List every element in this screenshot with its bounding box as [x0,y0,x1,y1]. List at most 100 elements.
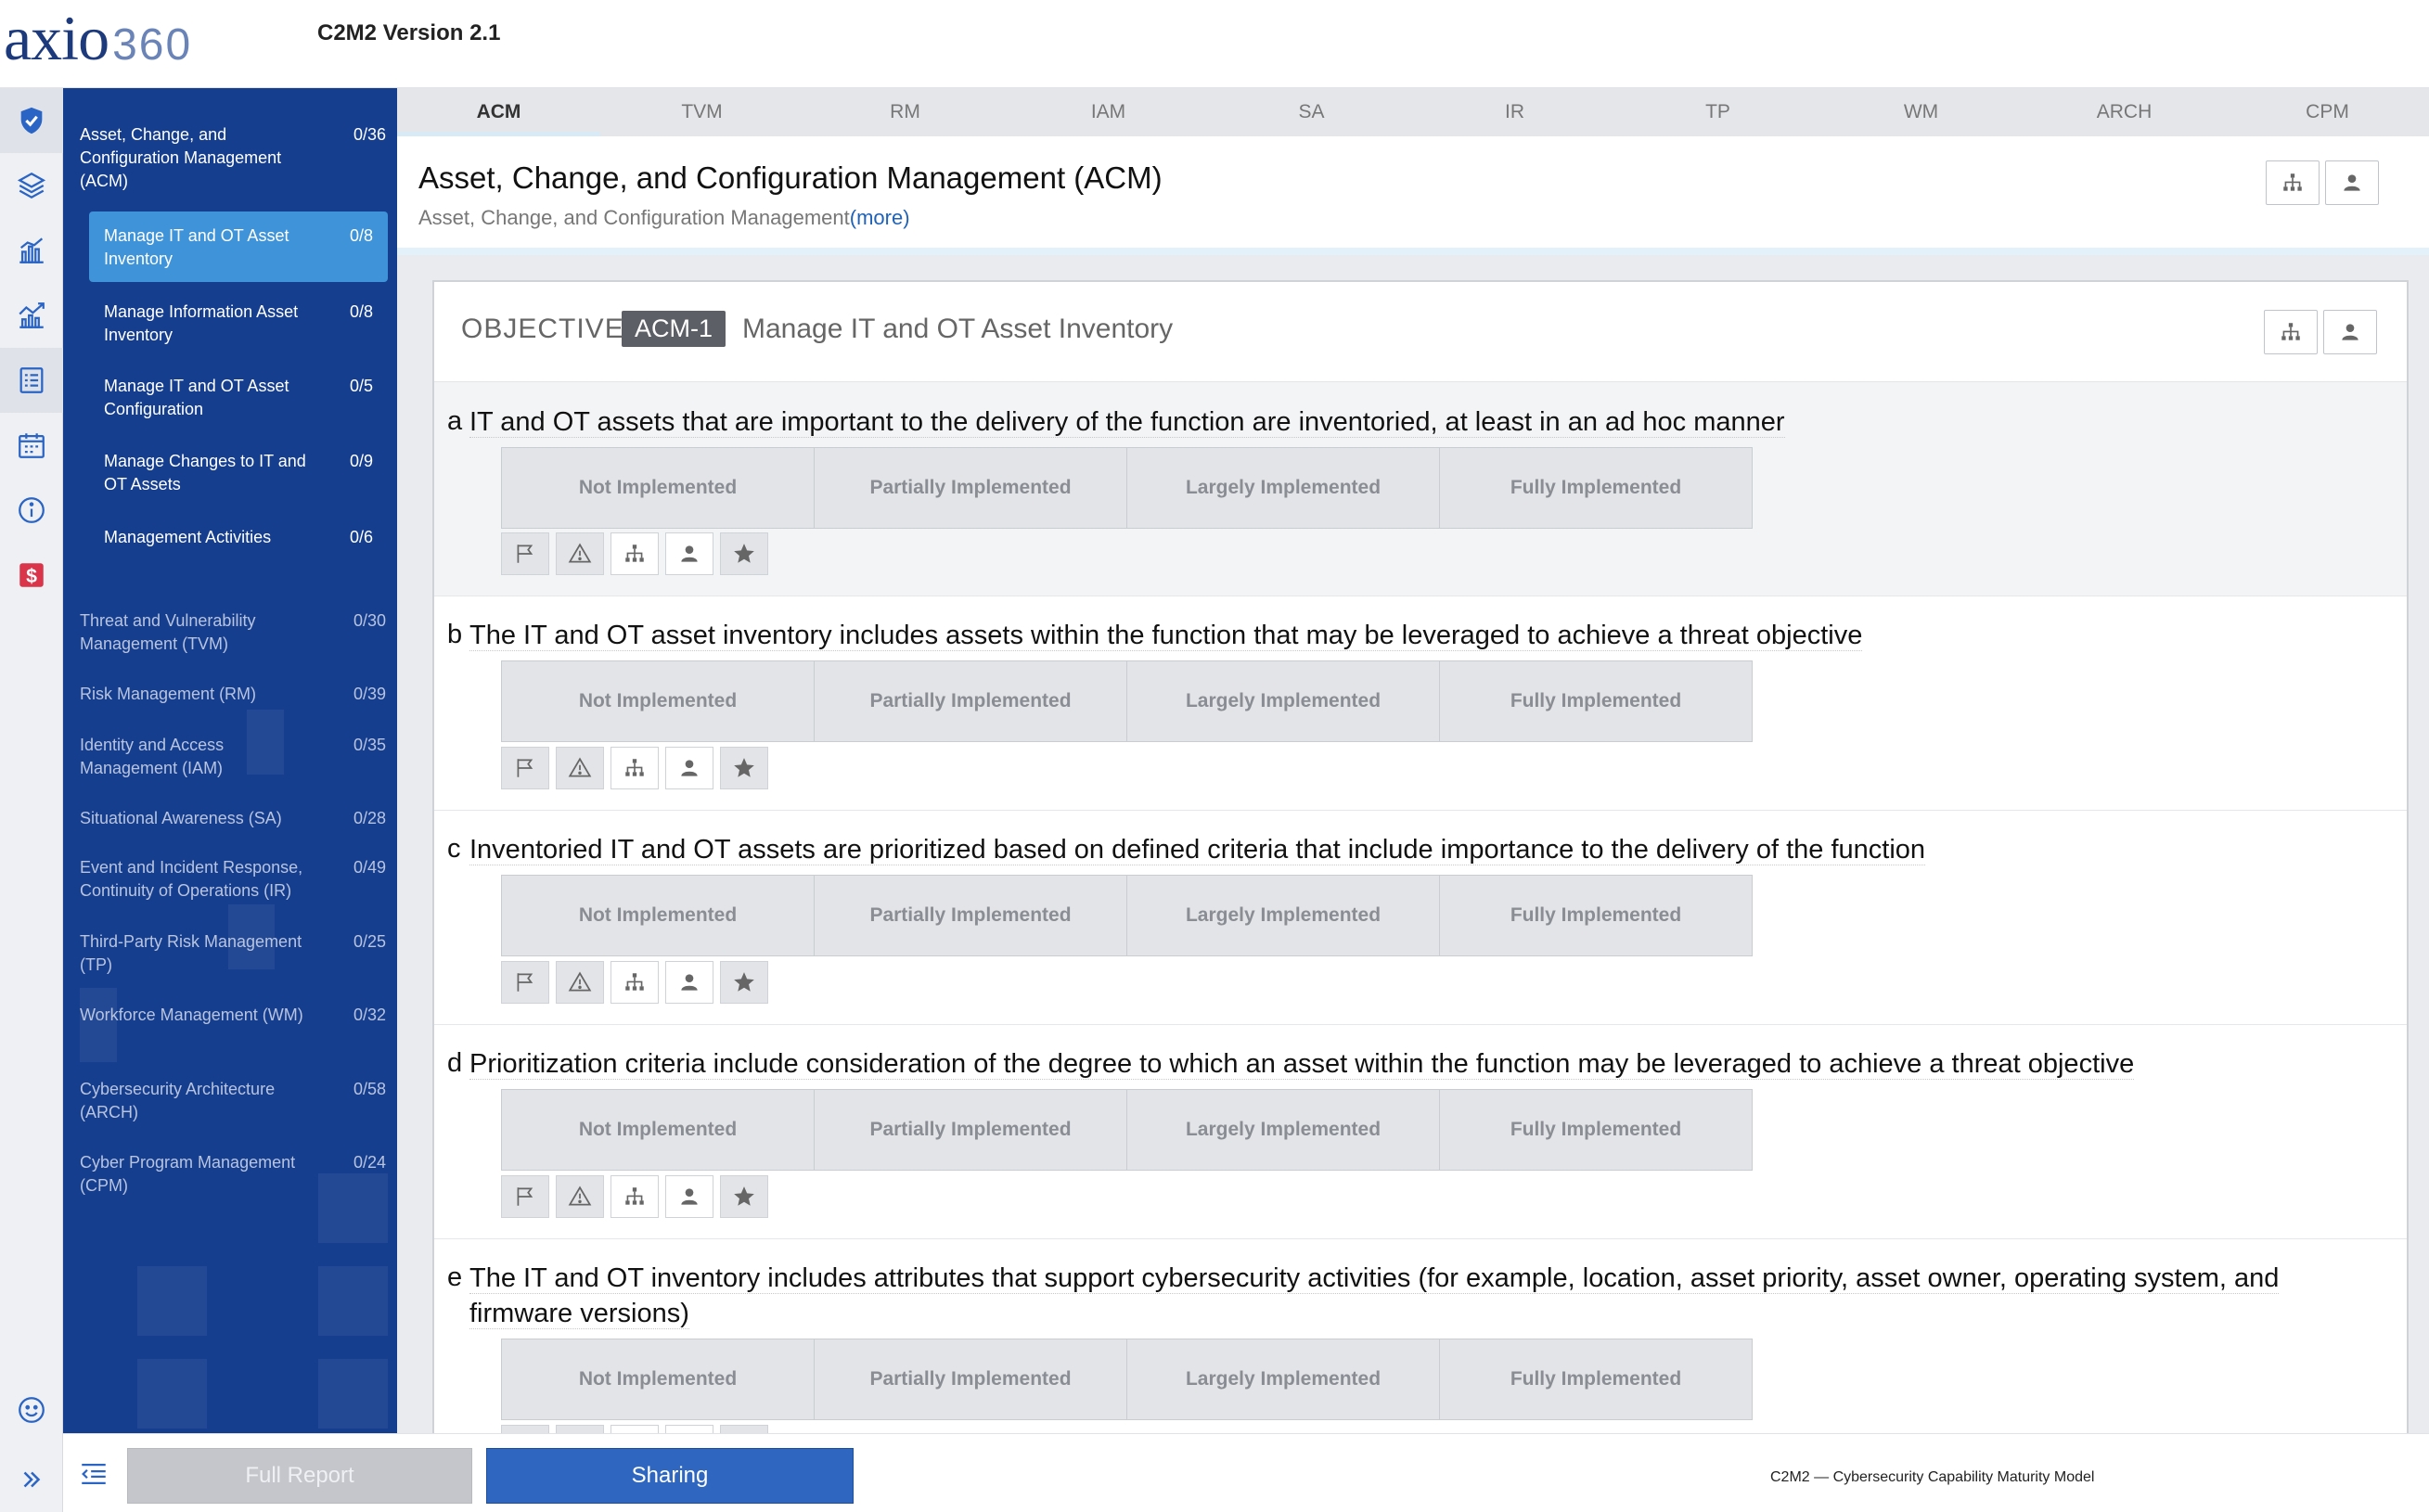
tab-rm[interactable]: RM [803,88,1007,136]
star-button[interactable] [720,1175,768,1218]
person-button[interactable] [665,961,713,1004]
tab-tvm[interactable]: TVM [600,88,803,136]
flag-button[interactable] [501,747,549,789]
org-chart-button[interactable] [610,1425,659,1433]
list-icon[interactable] [0,348,63,413]
level-not-implemented[interactable]: Not Implemented [501,1339,815,1420]
sidebar-subitem-information-inventory[interactable]: Manage Information Asset Inventory 0/8 [89,288,388,358]
sidebar-domain-wm[interactable]: Workforce Management (WM) 0/32 [80,1004,386,1027]
org-chart-button[interactable] [2266,160,2320,205]
person-icon [2344,174,2360,191]
level-not-implemented[interactable]: Not Implemented [501,660,815,742]
sidebar-domain-count: 0/35 [353,736,386,754]
warning-button[interactable] [556,1175,604,1218]
sidebar-subitem-asset-configuration[interactable]: Manage IT and OT Asset Configuration 0/5 [89,362,388,432]
level-partially-implemented[interactable]: Partially Implemented [814,660,1127,742]
warning-button[interactable] [556,532,604,575]
flag-button[interactable] [501,532,549,575]
sidebar-domain-arch[interactable]: Cybersecurity Architecture (ARCH) 0/58 [80,1078,386,1124]
level-fully-implemented[interactable]: Fully Implemented [1439,660,1753,742]
tab-tp[interactable]: TP [1616,88,1819,136]
shield-check-icon[interactable] [0,88,63,153]
star-button[interactable] [720,1425,768,1433]
sidebar-subitem-management-activities[interactable]: Management Activities 0/6 [89,513,388,560]
level-largely-implemented[interactable]: Largely Implemented [1126,875,1440,956]
warning-button[interactable] [556,1425,604,1433]
tab-cpm[interactable]: CPM [2226,88,2429,136]
sidebar-domain-tp[interactable]: Third-Party Risk Management (TP) 0/25 [80,930,386,977]
tab-arch[interactable]: ARCH [2023,88,2226,136]
person-icon [681,1188,698,1205]
level-partially-implemented[interactable]: Partially Implemented [814,1089,1127,1171]
level-fully-implemented[interactable]: Fully Implemented [1439,447,1753,529]
dollar-icon[interactable]: $ [0,543,63,608]
practice-letter: d [447,1048,463,1078]
sidebar-domain-iam[interactable]: Identity and Access Management (IAM) 0/3… [80,734,386,780]
smiley-icon[interactable] [0,1382,63,1438]
sidebar-domain-acm[interactable]: Asset, Change, and Configuration Managem… [80,123,386,193]
org-chart-button[interactable] [610,1175,659,1218]
sidebar-domain-sa[interactable]: Situational Awareness (SA) 0/28 [80,807,386,830]
calendar-icon[interactable] [0,413,63,478]
person-button[interactable] [665,532,713,575]
tab-acm[interactable]: ACM [397,88,600,136]
level-fully-implemented[interactable]: Fully Implemented [1439,1089,1753,1171]
flag-button[interactable] [501,1175,549,1218]
level-not-implemented[interactable]: Not Implemented [501,1089,815,1171]
level-fully-implemented[interactable]: Fully Implemented [1439,875,1753,956]
level-partially-implemented[interactable]: Partially Implemented [814,447,1127,529]
axio360-logo[interactable]: axio 360 [4,2,192,76]
flag-button[interactable] [501,961,549,1004]
sidebar-subitem-it-ot-inventory[interactable]: Manage IT and OT Asset Inventory 0/8 [89,211,388,282]
objective-org-chart-button[interactable] [2264,310,2318,354]
flag-button[interactable] [501,1425,549,1433]
double-chevron-right-icon[interactable] [0,1452,63,1507]
org-chart-button[interactable] [610,961,659,1004]
full-report-button[interactable]: Full Report [127,1448,472,1504]
collapse-sidebar-button[interactable] [78,1458,109,1494]
tab-wm[interactable]: WM [1819,88,2023,136]
practice-tools [501,532,768,575]
org-chart-button[interactable] [610,747,659,789]
sidebar-domain-cpm[interactable]: Cyber Program Management (CPM) 0/24 [80,1151,386,1198]
sidebar-domain-tvm[interactable]: Threat and Vulnerability Management (TVM… [80,609,386,656]
flag-icon [517,1187,533,1206]
level-not-implemented[interactable]: Not Implemented [501,875,815,956]
sidebar-subitem-manage-changes[interactable]: Manage Changes to IT and OT Assets 0/9 [89,437,388,507]
bar-chart-icon[interactable] [0,218,63,283]
level-fully-implemented[interactable]: Fully Implemented [1439,1339,1753,1420]
person-button[interactable] [665,747,713,789]
objective-person-button[interactable] [2323,310,2377,354]
tab-sa[interactable]: SA [1210,88,1413,136]
layers-icon[interactable] [0,153,63,218]
level-largely-implemented[interactable]: Largely Implemented [1126,660,1440,742]
warning-button[interactable] [556,961,604,1004]
level-partially-implemented[interactable]: Partially Implemented [814,875,1127,956]
logo-brand: axio [4,3,109,73]
star-button[interactable] [720,747,768,789]
trend-chart-icon[interactable] [0,283,63,348]
level-partially-implemented[interactable]: Partially Implemented [814,1339,1127,1420]
level-largely-implemented[interactable]: Largely Implemented [1126,1339,1440,1420]
info-icon[interactable] [0,478,63,543]
section-header-actions [2266,160,2379,205]
sidebar-domain-rm[interactable]: Risk Management (RM) 0/39 [80,683,386,706]
star-button[interactable] [720,961,768,1004]
sidebar-domain-count: 0/39 [353,685,386,703]
level-largely-implemented[interactable]: Largely Implemented [1126,1089,1440,1171]
star-button[interactable] [720,532,768,575]
tab-iam[interactable]: IAM [1007,88,1210,136]
level-largely-implemented[interactable]: Largely Implemented [1126,447,1440,529]
warning-button[interactable] [556,747,604,789]
level-not-implemented[interactable]: Not Implemented [501,447,815,529]
org-chart-button[interactable] [610,532,659,575]
more-link[interactable]: (more) [850,206,910,229]
person-button[interactable] [665,1175,713,1218]
person-button[interactable] [2325,160,2379,205]
svg-text:$: $ [26,565,37,587]
person-button[interactable] [665,1425,713,1433]
tab-ir[interactable]: IR [1413,88,1616,136]
sharing-button[interactable]: Sharing [486,1448,854,1504]
sidebar-domain-ir[interactable]: Event and Incident Response, Continuity … [80,856,386,903]
practice-tools [501,1175,768,1218]
